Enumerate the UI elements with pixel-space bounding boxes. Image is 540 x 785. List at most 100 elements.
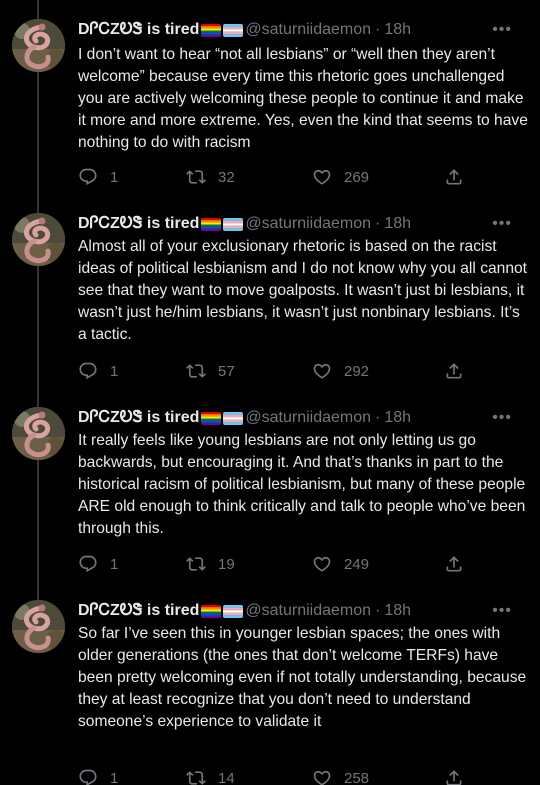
separator: · xyxy=(375,21,381,38)
reply-icon xyxy=(79,769,97,785)
more-icon[interactable]: ••• xyxy=(492,19,512,41)
reply-icon xyxy=(79,555,97,573)
share-button[interactable] xyxy=(444,554,464,574)
avatar[interactable] xyxy=(12,407,65,460)
share-icon xyxy=(446,770,462,785)
retweet-button[interactable]: 14 xyxy=(186,768,235,785)
transgender-flag-icon xyxy=(223,217,244,231)
timestamp[interactable]: 18h xyxy=(384,602,411,620)
share-icon xyxy=(446,556,462,572)
handle[interactable]: @saturniidaemon xyxy=(245,215,371,233)
name-flags xyxy=(201,23,244,37)
share-button[interactable] xyxy=(444,167,464,187)
retweet-button[interactable]: 57 xyxy=(186,361,235,381)
more-icon[interactable]: ••• xyxy=(492,600,512,622)
thread-line xyxy=(37,266,39,407)
display-name[interactable]: DᎵᏟZᎧᏕ is tired xyxy=(78,215,199,233)
retweet-count: 57 xyxy=(218,362,235,380)
retweet-button[interactable]: 19 xyxy=(186,554,235,574)
retweet-icon xyxy=(186,557,206,571)
timestamp[interactable]: 18h xyxy=(384,21,411,39)
handle[interactable]: @saturniidaemon xyxy=(245,602,371,620)
reply-icon xyxy=(79,362,97,380)
like-count: 269 xyxy=(344,168,370,186)
reply-count: 1 xyxy=(110,769,119,785)
transgender-flag-icon xyxy=(223,604,244,618)
like-button[interactable]: 269 xyxy=(312,167,369,187)
heart-icon xyxy=(313,770,331,785)
name-flags xyxy=(201,411,244,425)
separator: · xyxy=(375,409,381,426)
share-icon xyxy=(446,363,462,379)
reply-button[interactable]: 1 xyxy=(78,167,118,187)
transgender-flag-icon xyxy=(223,23,244,37)
rainbow-flag-icon xyxy=(201,217,222,231)
like-count: 249 xyxy=(344,555,370,573)
tweet-header: DᎵᏟZᎧᏕ is tired @saturniidaemon · 18h ••… xyxy=(78,19,528,41)
tweet-text: It really feels like young lesbians are … xyxy=(78,432,530,537)
avatar-image xyxy=(12,407,65,460)
thread-line xyxy=(37,460,39,600)
retweet-count: 19 xyxy=(218,555,235,573)
share-button[interactable] xyxy=(444,361,464,381)
reply-button[interactable]: 1 xyxy=(78,554,118,574)
heart-icon xyxy=(313,363,331,379)
retweet-button[interactable]: 32 xyxy=(186,167,235,187)
action-bar: 1 14 258 xyxy=(78,766,478,785)
reply-count: 1 xyxy=(110,168,119,186)
like-button[interactable]: 258 xyxy=(312,768,369,785)
like-button[interactable]: 292 xyxy=(312,361,369,381)
thread-line xyxy=(37,0,39,19)
avatar[interactable] xyxy=(12,19,65,72)
action-bar: 1 19 249 xyxy=(78,552,478,576)
retweet-icon xyxy=(186,170,206,184)
avatar-image xyxy=(12,600,65,653)
more-icon[interactable]: ••• xyxy=(492,213,512,235)
action-bar: 1 32 269 xyxy=(78,165,478,189)
reply-button[interactable]: 1 xyxy=(78,768,118,785)
thread-line xyxy=(37,72,39,213)
display-name[interactable]: DᎵᏟZᎧᏕ is tired xyxy=(78,21,199,39)
separator: · xyxy=(375,602,381,619)
tweet-header: DᎵᏟZᎧᏕ is tired @saturniidaemon · 18h ••… xyxy=(78,407,528,429)
tweet-text: So far I’ve seen this in younger lesbian… xyxy=(78,625,531,730)
reply-icon xyxy=(79,168,97,186)
separator: · xyxy=(375,215,381,232)
handle[interactable]: @saturniidaemon xyxy=(245,21,371,39)
avatar[interactable] xyxy=(12,213,65,266)
name-flags xyxy=(201,604,244,618)
retweet-count: 32 xyxy=(218,168,235,186)
retweet-count: 14 xyxy=(218,769,235,785)
tweet-text: I don’t want to hear “not all lesbians” … xyxy=(78,46,533,151)
handle[interactable]: @saturniidaemon xyxy=(245,409,371,427)
tweet-header: DᎵᏟZᎧᏕ is tired @saturniidaemon · 18h ••… xyxy=(78,600,528,622)
transgender-flag-icon xyxy=(223,411,244,425)
retweet-icon xyxy=(186,771,206,785)
tweet-text: Almost all of your exclusionary rhetoric… xyxy=(78,238,532,343)
heart-icon xyxy=(313,556,331,572)
like-count: 292 xyxy=(344,362,370,380)
display-name[interactable]: DᎵᏟZᎧᏕ is tired xyxy=(78,602,199,620)
avatar[interactable] xyxy=(12,600,65,653)
tweet-header: DᎵᏟZᎧᏕ is tired @saturniidaemon · 18h ••… xyxy=(78,213,528,235)
like-count: 258 xyxy=(344,769,370,785)
heart-icon xyxy=(313,169,331,185)
action-bar: 1 57 292 xyxy=(78,359,478,383)
share-icon xyxy=(446,169,462,185)
more-icon[interactable]: ••• xyxy=(492,407,512,429)
avatar-image xyxy=(12,213,65,266)
rainbow-flag-icon xyxy=(201,604,222,618)
retweet-icon xyxy=(186,364,206,378)
reply-count: 1 xyxy=(110,362,119,380)
like-button[interactable]: 249 xyxy=(312,554,369,574)
reply-button[interactable]: 1 xyxy=(78,361,118,381)
share-button[interactable] xyxy=(444,768,464,785)
name-flags xyxy=(201,217,244,231)
rainbow-flag-icon xyxy=(201,411,222,425)
display-name[interactable]: DᎵᏟZᎧᏕ is tired xyxy=(78,409,199,427)
timestamp[interactable]: 18h xyxy=(384,215,411,233)
timestamp[interactable]: 18h xyxy=(384,409,411,427)
reply-count: 1 xyxy=(110,555,119,573)
avatar-image xyxy=(12,19,65,72)
rainbow-flag-icon xyxy=(201,23,222,37)
